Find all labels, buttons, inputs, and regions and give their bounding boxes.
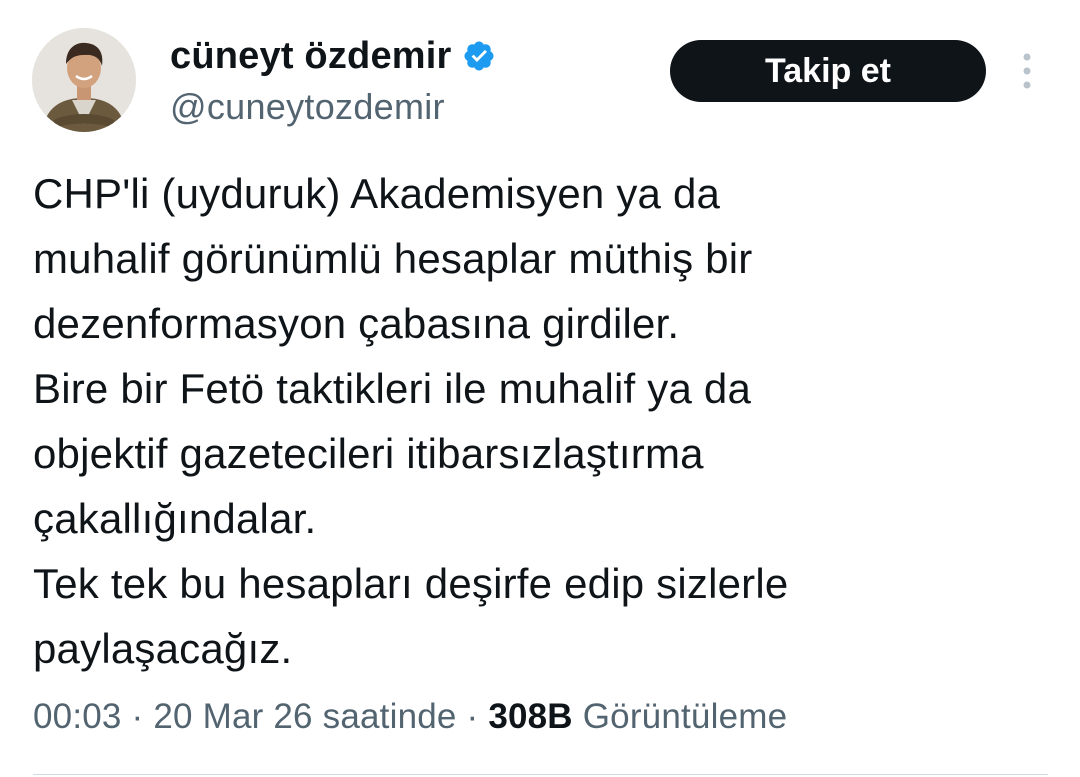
meta-separator: · (131, 697, 144, 736)
author-handle[interactable]: @cuneytozdemir (170, 86, 496, 128)
views-label: Görüntüleme (582, 697, 788, 736)
author-identity: cüneyt özdemir @cuneytozdemir (170, 32, 496, 128)
divider (33, 774, 1048, 775)
avatar-image (32, 28, 136, 132)
tweet-header: cüneyt özdemir @cuneytozdemir Takip et (32, 28, 1052, 134)
tweet-meta: 00:03 · 20 Mar 26 saatinde · 308B Görünt… (33, 697, 787, 737)
avatar[interactable] (32, 28, 136, 132)
views-count: 308B (488, 697, 573, 736)
tweet-time[interactable]: 00:03 (33, 697, 122, 736)
tweet-card: cüneyt özdemir @cuneytozdemir Takip et C… (0, 0, 1080, 777)
meta-separator: · (466, 697, 479, 736)
more-vertical-icon (1023, 53, 1031, 89)
follow-button[interactable]: Takip et (670, 40, 986, 102)
verified-badge-icon (462, 39, 496, 73)
tweet-date[interactable]: 20 Mar 26 saatinde (153, 697, 456, 736)
tweet-text: CHP'li (uyduruk) Akademisyen ya da muhal… (33, 170, 789, 672)
more-options-button[interactable] (1012, 46, 1042, 96)
author-display-name[interactable]: cüneyt özdemir (170, 35, 452, 78)
name-row: cüneyt özdemir (170, 32, 496, 80)
